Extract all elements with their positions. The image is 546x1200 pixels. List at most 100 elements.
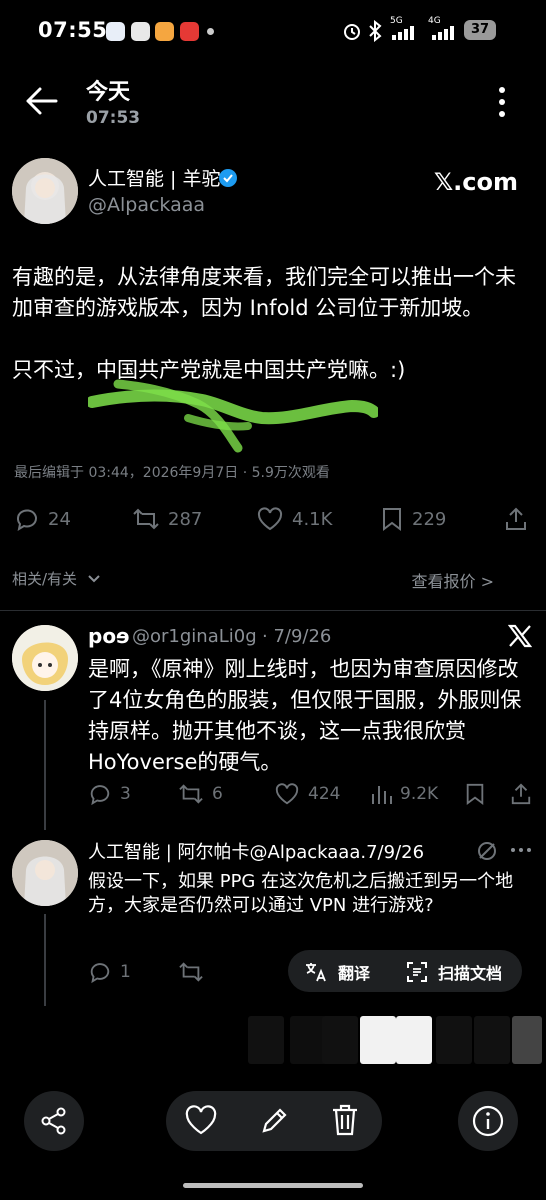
- post-text: 有趣的是，从法律角度来看，我们完全可以推出一个未加审查的游戏版本，因为 Info…: [12, 265, 516, 382]
- bottom-action-bar: [166, 1091, 382, 1151]
- reply2-reply-count: 1: [120, 962, 131, 982]
- heart-icon: [185, 1105, 217, 1135]
- signal-5g-icon: [392, 26, 416, 40]
- author-handle[interactable]: @Alpackaaa: [88, 194, 205, 216]
- text-action-pill: 翻译 扫描文档: [288, 950, 522, 992]
- weibo-icon: [131, 22, 150, 41]
- favorite-button[interactable]: [184, 1105, 218, 1137]
- reply1-reply-count: 3: [120, 784, 131, 804]
- delete-button[interactable]: [330, 1103, 360, 1137]
- reply-count: 24: [48, 508, 71, 530]
- app-icon-1: [106, 22, 125, 41]
- repost-button[interactable]: 287: [132, 506, 202, 532]
- alarm-icon: [341, 20, 363, 42]
- repost-count: 287: [168, 508, 203, 530]
- app-icon-3: [155, 22, 174, 41]
- scan-document-button[interactable]: 扫描文档: [406, 960, 502, 984]
- thumbnail[interactable]: [290, 1016, 326, 1064]
- thumbnail[interactable]: [436, 1016, 472, 1064]
- thumbnail[interactable]: [248, 1016, 284, 1064]
- reply-button[interactable]: 24: [14, 506, 71, 532]
- page-subtitle: 07:53: [86, 108, 141, 128]
- back-arrow-icon[interactable]: [24, 86, 58, 116]
- views-icon: [372, 786, 392, 804]
- scan-document-icon: [407, 962, 427, 982]
- home-indicator[interactable]: [183, 1183, 363, 1188]
- thumbnail[interactable]: [360, 1016, 396, 1064]
- reply1-views-count: 9.2K: [400, 784, 439, 804]
- share-button[interactable]: [24, 1091, 84, 1151]
- thumbnail[interactable]: [322, 1016, 358, 1064]
- thumbnail[interactable]: [396, 1016, 432, 1064]
- reply1-author-name[interactable]: poɘ: [88, 624, 130, 648]
- reply-icon: [16, 509, 37, 532]
- reply2-author-line[interactable]: 人工智能 | 阿尔帕卡@Alpackaaa.7/9/26: [88, 838, 444, 864]
- heart-icon: [257, 507, 283, 531]
- author-name[interactable]: 人工智能 | 羊驼: [88, 164, 220, 191]
- share-icon: [511, 783, 531, 805]
- reply1-views-button[interactable]: 9.2K: [370, 782, 438, 806]
- translate-label: 翻译: [338, 964, 371, 983]
- info-button[interactable]: [458, 1091, 518, 1151]
- verified-badge-icon: [218, 168, 238, 188]
- edit-button[interactable]: [258, 1105, 290, 1137]
- related-toggle[interactable]: 相关/有关: [12, 568, 101, 589]
- heart-icon: [275, 783, 299, 805]
- share-icon: [506, 507, 526, 530]
- bookmark-count: 229: [412, 508, 447, 530]
- reply-icon: [90, 785, 110, 806]
- like-button[interactable]: 4.1K: [256, 506, 332, 532]
- trash-icon: [333, 1104, 357, 1136]
- bookmark-icon: [383, 508, 401, 531]
- like-count: 4.1K: [292, 508, 333, 530]
- share-button[interactable]: [504, 506, 528, 532]
- status-bar: 07:55 5G 4G 37: [0, 0, 546, 60]
- info-icon: [472, 1105, 504, 1137]
- author-avatar[interactable]: [12, 158, 78, 224]
- divider: [0, 610, 546, 611]
- reply1-avatar[interactable]: [12, 625, 78, 691]
- bookmark-icon: [466, 783, 484, 805]
- reply1-reply-button[interactable]: 3: [88, 782, 131, 806]
- reply2-more-icon[interactable]: [510, 846, 532, 854]
- translate-button[interactable]: 翻译: [304, 960, 370, 984]
- x-brand-logo: 𝕏.com: [433, 168, 518, 196]
- translate-icon: [306, 963, 326, 982]
- thumbnail[interactable]: [512, 1016, 542, 1064]
- reply1-like-button[interactable]: 424: [274, 782, 340, 806]
- share-nodes-icon: [41, 1107, 66, 1135]
- scan-label: 扫描文档: [438, 964, 503, 983]
- reply1-repost-count: 6: [212, 784, 223, 804]
- reply1-bookmark-button[interactable]: [464, 782, 486, 806]
- bookmark-button[interactable]: 229: [380, 506, 446, 532]
- app-icon-4: [180, 22, 199, 41]
- pencil-icon: [262, 1108, 287, 1133]
- more-options-icon[interactable]: [497, 86, 507, 118]
- post-actions: 24 287 4.1K 229: [0, 500, 546, 540]
- more-notifications-dot: [207, 28, 214, 35]
- page-title: 今天: [86, 80, 131, 105]
- reply-icon: [90, 963, 110, 984]
- reply2-repost-icon[interactable]: [178, 960, 204, 984]
- reply1-handle[interactable]: @or1ginaLi0g: [132, 626, 257, 647]
- reply1-date: · 7/9/26: [262, 626, 332, 647]
- view-quotes-link[interactable]: 查看报价 >: [412, 568, 495, 592]
- reply1-repost-button[interactable]: 6: [178, 782, 223, 806]
- battery-icon: 37: [464, 20, 496, 40]
- related-label: 相关/有关: [12, 570, 78, 588]
- reply1-actions: 3 6 424 9.2K: [0, 778, 546, 818]
- repost-icon: [133, 508, 159, 530]
- bluetooth-icon: [368, 20, 382, 42]
- signal-4g-icon: [432, 26, 456, 40]
- grok-icon[interactable]: [476, 840, 498, 862]
- thumbnail[interactable]: [474, 1016, 510, 1064]
- x-logo-icon: [508, 624, 532, 648]
- repost-icon: [179, 784, 203, 804]
- chevron-down-icon: [88, 574, 100, 582]
- reply1-share-button[interactable]: [510, 782, 532, 806]
- reply2-reply-button[interactable]: 1: [88, 960, 131, 984]
- signal-4g-label: 4G: [428, 16, 441, 26]
- status-time: 07:55: [38, 18, 108, 42]
- reply1-text: 是啊，《原神》刚上线时，也因为审查原因修改了4位女角色的服装，但仅限于国服，外服…: [88, 657, 522, 774]
- reply2-avatar[interactable]: [12, 840, 78, 906]
